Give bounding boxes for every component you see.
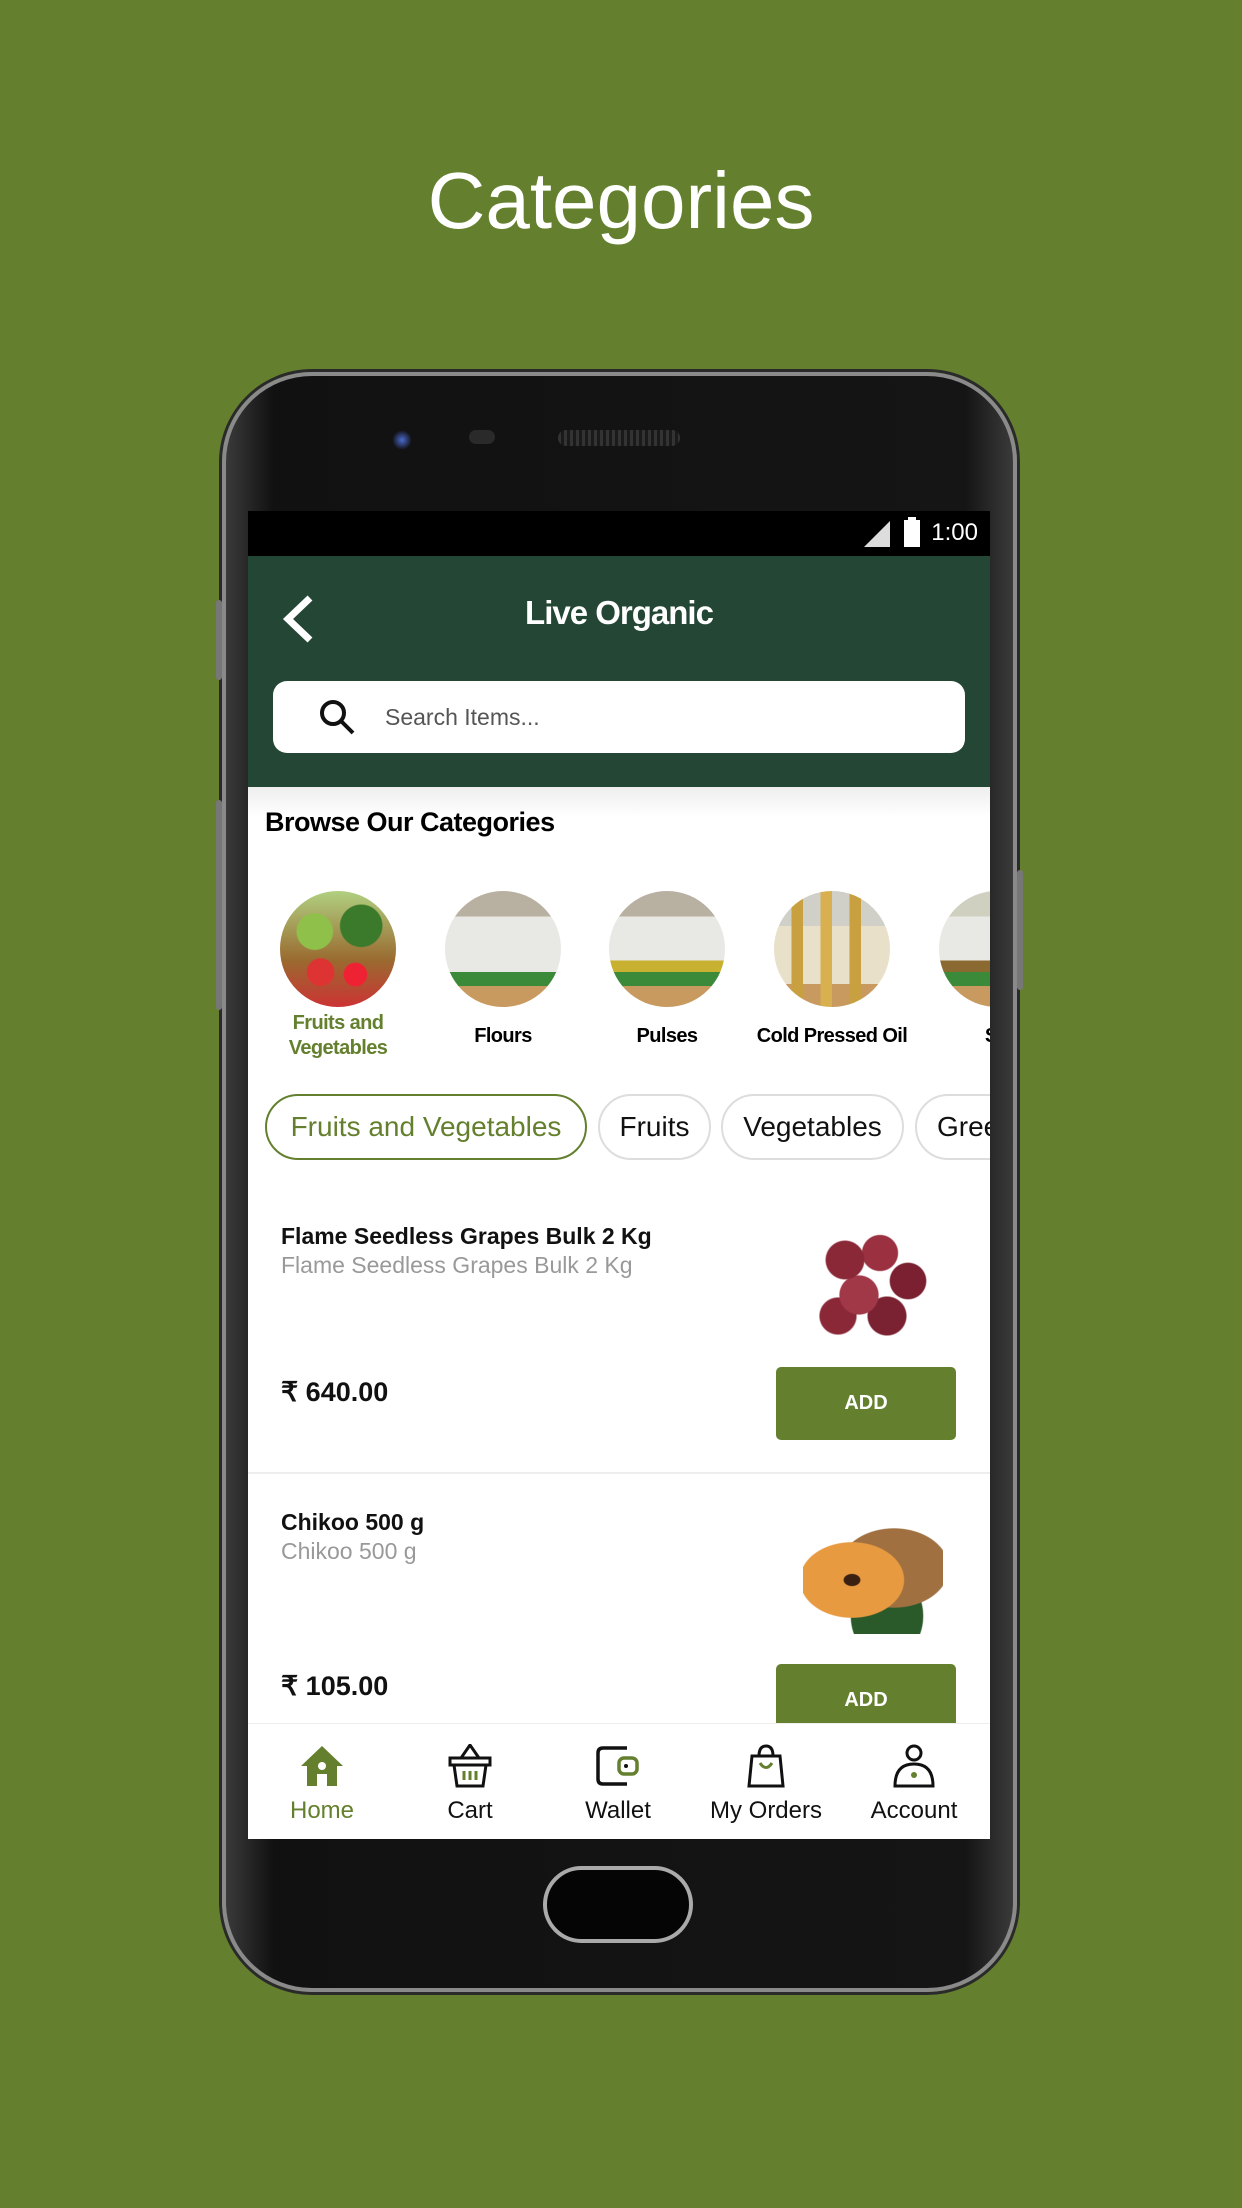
promo-title: Categories bbox=[427, 156, 815, 245]
nav-account[interactable]: Account bbox=[840, 1724, 988, 1839]
status-bar: 1:00 bbox=[248, 511, 990, 556]
search-input[interactable] bbox=[385, 681, 945, 753]
search-bar[interactable] bbox=[273, 681, 965, 753]
battery-icon bbox=[904, 517, 920, 547]
product-card[interactable]: Chikoo 500 g Chikoo 500 g ₹ 105.00 ADD bbox=[248, 1474, 990, 1737]
speaker-grille bbox=[558, 430, 680, 446]
app-title: Live Organic bbox=[525, 594, 714, 631]
category-image bbox=[774, 891, 890, 1007]
product-name: Flame Seedless Grapes Bulk 2 Kg bbox=[281, 1223, 652, 1249]
category-image bbox=[609, 891, 725, 1007]
product-price: ₹ 105.00 bbox=[281, 1671, 389, 1701]
search-icon bbox=[320, 700, 355, 735]
side-button bbox=[216, 800, 222, 1010]
sensor bbox=[469, 430, 495, 444]
home-icon bbox=[301, 1746, 343, 1786]
volume-button bbox=[216, 600, 222, 680]
shopping-bag-icon bbox=[747, 1744, 785, 1788]
nav-my-orders[interactable]: My Orders bbox=[692, 1724, 840, 1839]
product-subtitle: Chikoo 500 g bbox=[281, 1538, 417, 1564]
user-icon bbox=[893, 1744, 935, 1788]
product-subtitle: Flame Seedless Grapes Bulk 2 Kg bbox=[281, 1252, 633, 1278]
category-cold-pressed-oil[interactable]: Cold Pressed Oil bbox=[752, 891, 912, 1061]
home-hardware-button[interactable] bbox=[543, 1866, 693, 1943]
app-header: Live Organic bbox=[248, 556, 990, 787]
clock: 1:00 bbox=[931, 519, 978, 546]
product-card[interactable]: Flame Seedless Grapes Bulk 2 Kg Flame Se… bbox=[248, 1191, 990, 1473]
nav-home[interactable]: Home bbox=[248, 1724, 396, 1839]
chip-fruits-and-vegetables[interactable]: Fruits and Vegetables bbox=[265, 1094, 587, 1160]
signal-icon bbox=[864, 521, 890, 547]
category-pulses[interactable]: Pulses bbox=[587, 891, 747, 1061]
product-price: ₹ 640.00 bbox=[281, 1377, 389, 1407]
chip-greens[interactable]: Gree bbox=[915, 1094, 990, 1160]
chip-fruits[interactable]: Fruits bbox=[598, 1094, 711, 1160]
product-image bbox=[803, 1211, 943, 1351]
front-camera bbox=[392, 430, 412, 450]
nav-wallet[interactable]: Wallet bbox=[544, 1724, 692, 1839]
power-button bbox=[1017, 870, 1023, 990]
category-image bbox=[445, 891, 561, 1007]
nav-cart[interactable]: Cart bbox=[396, 1724, 544, 1839]
product-image bbox=[803, 1514, 943, 1634]
bottom-nav: Home Cart Wallet My Orders Account bbox=[248, 1723, 990, 1839]
wallet-icon bbox=[596, 1746, 639, 1786]
category-image bbox=[939, 891, 990, 1007]
category-spices[interactable]: Sp bbox=[917, 891, 990, 1061]
app-screen: 1:00 Live Organic Browse Our Categories … bbox=[248, 511, 990, 1839]
add-button[interactable]: ADD bbox=[776, 1367, 956, 1440]
category-image bbox=[280, 891, 396, 1007]
section-heading: Browse Our Categories bbox=[265, 807, 555, 837]
product-name: Chikoo 500 g bbox=[281, 1509, 425, 1535]
chip-vegetables[interactable]: Vegetables bbox=[721, 1094, 904, 1160]
category-fruits-and-vegetables[interactable]: Fruits and Vegetables bbox=[258, 891, 418, 1061]
category-flours[interactable]: Flours bbox=[423, 891, 583, 1061]
basket-icon bbox=[448, 1742, 492, 1788]
